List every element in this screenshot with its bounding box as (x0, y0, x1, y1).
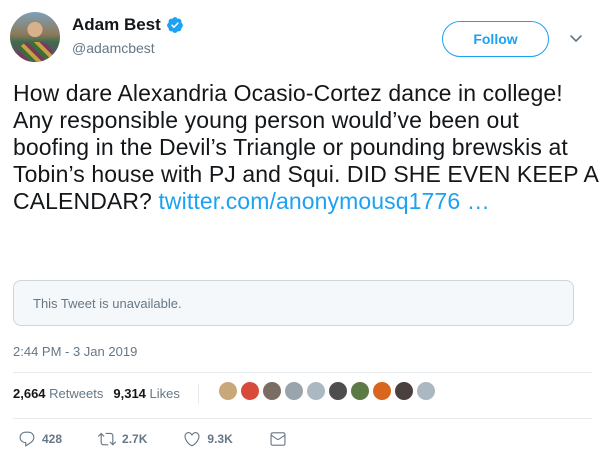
tweet-link[interactable]: twitter.com/anonymousq1776 … (158, 188, 489, 214)
reply-count: 428 (42, 432, 63, 446)
tweet-actions: 428 2.7K 9.3K (18, 430, 329, 448)
likes-count: 9,314 (113, 386, 146, 401)
user-name[interactable]: Adam Best (72, 15, 161, 35)
retweet-count: 2.7K (122, 432, 148, 446)
liker-avatar[interactable] (416, 381, 436, 401)
avatar[interactable] (10, 12, 60, 62)
envelope-icon (270, 432, 286, 446)
retweet-button[interactable]: 2.7K (98, 430, 147, 448)
heart-icon (184, 432, 200, 447)
liker-avatar[interactable] (240, 381, 260, 401)
liker-avatar[interactable] (350, 381, 370, 401)
retweets-stat[interactable]: 2,664 Retweets (13, 386, 103, 404)
tweet-card: Adam Best @adamcbest Follow How dare Ale… (0, 0, 607, 462)
likes-label: Likes (149, 386, 180, 401)
quoted-tweet-text: This Tweet is unavailable. (33, 296, 182, 311)
chevron-down-icon[interactable] (566, 28, 586, 48)
liker-avatar[interactable] (306, 381, 326, 401)
avatar-shirt (18, 42, 52, 62)
liker-avatar[interactable] (262, 381, 282, 401)
liker-avatars (218, 381, 436, 401)
divider (13, 418, 592, 419)
retweet-icon (98, 432, 117, 446)
name-row: Adam Best (72, 15, 184, 35)
retweets-label: Retweets (49, 386, 104, 401)
follow-button[interactable]: Follow (442, 21, 549, 57)
user-handle[interactable]: @adamcbest (72, 40, 155, 56)
reply-button[interactable]: 428 (18, 430, 62, 448)
divider (13, 372, 592, 373)
likes-stat[interactable]: 9,314 Likes (113, 386, 180, 404)
like-count: 9.3K (207, 432, 233, 446)
liker-avatar[interactable] (372, 381, 392, 401)
liker-avatar[interactable] (328, 381, 348, 401)
liker-avatar[interactable] (218, 381, 238, 401)
liker-avatar[interactable] (284, 381, 304, 401)
reply-icon (19, 431, 35, 447)
like-button[interactable]: 9.3K (183, 430, 233, 448)
tweet-text: How dare Alexandria Ocasio-Cortez dance … (13, 80, 598, 215)
dm-button[interactable] (269, 430, 293, 448)
stats-separator (197, 384, 199, 404)
tweet-header: Adam Best @adamcbest Follow (10, 10, 600, 64)
verified-badge-icon (166, 17, 183, 33)
quoted-tweet: This Tweet is unavailable. (13, 280, 574, 326)
tweet-timestamp[interactable]: 2:44 PM - 3 Jan 2019 (13, 344, 137, 359)
retweets-count: 2,664 (13, 386, 46, 401)
liker-avatar[interactable] (394, 381, 414, 401)
tweet-stats: 2,664 Retweets 9,314 Likes (13, 384, 199, 404)
